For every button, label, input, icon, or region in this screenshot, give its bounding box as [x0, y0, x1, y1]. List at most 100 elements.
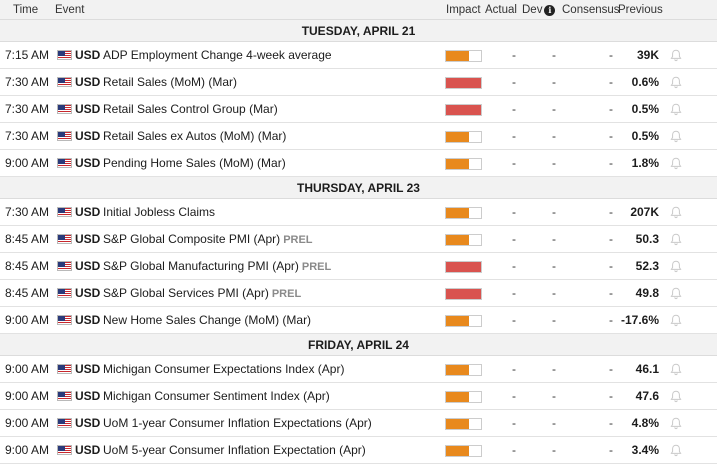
us-flag-icon — [57, 50, 72, 60]
consensus-value: - — [609, 259, 613, 273]
prel-tag: PREL — [271, 288, 302, 300]
day-header: TUESDAY, APRIL 21 — [0, 20, 717, 42]
event-time: 9:00 AM — [5, 443, 50, 457]
bell-icon[interactable] — [670, 130, 682, 143]
actual-value: - — [512, 156, 516, 170]
event-name-cell[interactable]: S&P Global Composite PMI (Apr) PREL — [103, 226, 313, 254]
impact-bar-fill — [446, 365, 470, 375]
event-time: 8:45 AM — [5, 232, 50, 246]
event-name-cell[interactable]: Retail Sales (MoM) (Mar) — [103, 69, 237, 96]
event-name-cell[interactable]: ADP Employment Change 4-week average — [103, 42, 332, 69]
bell-icon[interactable] — [670, 76, 682, 89]
bell-icon[interactable] — [670, 417, 682, 430]
bell-icon[interactable] — [670, 444, 682, 457]
event-row[interactable]: 9:00 AM USD UoM 1-year Consumer Inflation … — [0, 410, 717, 437]
bell-icon[interactable] — [670, 314, 682, 327]
actual-value: - — [512, 286, 516, 300]
event-time: 7:30 AM — [5, 129, 50, 143]
event-name-cell[interactable]: Initial Jobless Claims — [103, 199, 215, 226]
event-name-cell[interactable]: Retail Sales ex Autos (MoM) (Mar) — [103, 123, 286, 150]
impact-bar-fill — [446, 316, 470, 326]
event-name: Pending Home Sales (MoM) (Mar) — [103, 156, 286, 170]
bell-icon[interactable] — [670, 287, 682, 300]
col-header-dev[interactable]: Dev i — [522, 4, 556, 16]
event-row[interactable]: 9:00 AM USD Michigan Consumer Sentiment In… — [0, 383, 717, 410]
previous-value: 0.5% — [631, 102, 659, 116]
event-name-cell[interactable]: Retail Sales Control Group (Mar) — [103, 96, 278, 123]
event-name: ADP Employment Change 4-week average — [103, 48, 332, 62]
col-header-event[interactable]: Event — [55, 4, 84, 16]
currency-code: USD — [75, 389, 101, 403]
consensus-value: - — [609, 362, 613, 376]
dev-value: - — [552, 75, 556, 89]
event-name-cell[interactable]: UoM 5-year Consumer Inflation Expectatio… — [103, 437, 366, 464]
day-header: FRIDAY, APRIL 24 — [0, 334, 717, 356]
impact-bar-fill — [446, 262, 481, 272]
event-row[interactable]: 7:30 AM USD Retail Sales ex Autos (MoM) (M… — [0, 123, 717, 150]
currency-code: USD — [75, 129, 101, 143]
event-row[interactable]: 9:00 AM USD New Home Sales Change (MoM) (M… — [0, 307, 717, 334]
bell-icon[interactable] — [670, 49, 682, 62]
event-row[interactable]: 8:45 AM USD S&P Global Composite PMI (Apr)… — [0, 226, 717, 253]
col-header-time[interactable]: Time — [13, 4, 38, 16]
event-row[interactable]: 7:30 AM USD Initial Jobless Claims - - - 207K — [0, 199, 717, 226]
bell-icon[interactable] — [670, 260, 682, 273]
event-name-cell[interactable]: UoM 1-year Consumer Inflation Expectatio… — [103, 410, 372, 437]
consensus-value: - — [609, 205, 613, 219]
event-row[interactable]: 9:00 AM USD Pending Home Sales (MoM) (Mar)… — [0, 150, 717, 177]
impact-bar — [445, 315, 482, 327]
currency-code: USD — [75, 286, 101, 300]
event-time: 8:45 AM — [5, 259, 50, 273]
impact-bar — [445, 50, 482, 62]
bell-icon[interactable] — [670, 206, 682, 219]
col-header-consensus[interactable]: Consensus — [562, 4, 620, 16]
col-header-impact[interactable]: Impact — [446, 4, 481, 16]
event-name: Michigan Consumer Sentiment Index (Apr) — [103, 389, 330, 403]
impact-bar-fill — [446, 419, 470, 429]
event-name-cell[interactable]: S&P Global Manufacturing PMI (Apr) PREL — [103, 253, 331, 281]
bell-icon[interactable] — [670, 390, 682, 403]
info-icon[interactable]: i — [544, 5, 556, 16]
event-time: 7:15 AM — [5, 48, 50, 62]
previous-value: 49.8 — [635, 286, 659, 300]
event-row[interactable]: 7:15 AM USD ADP Employment Change 4-week a… — [0, 42, 717, 69]
event-time: 9:00 AM — [5, 389, 50, 403]
event-name-cell[interactable]: Michigan Consumer Sentiment Index (Apr) — [103, 383, 330, 410]
us-flag-icon — [57, 445, 72, 455]
consensus-value: - — [609, 389, 613, 403]
impact-bar — [445, 418, 482, 430]
actual-value: - — [512, 205, 516, 219]
impact-bar — [445, 131, 482, 143]
event-name-cell[interactable]: Pending Home Sales (MoM) (Mar) — [103, 150, 286, 177]
day-header: THURSDAY, APRIL 23 — [0, 177, 717, 199]
actual-value: - — [512, 362, 516, 376]
event-name-cell[interactable]: S&P Global Services PMI (Apr) PREL — [103, 280, 301, 308]
event-name: Retail Sales ex Autos (MoM) (Mar) — [103, 129, 287, 143]
event-name: S&P Global Services PMI (Apr) — [103, 286, 269, 300]
currency-code: USD — [75, 102, 101, 116]
event-name-cell[interactable]: Michigan Consumer Expectations Index (Ap… — [103, 356, 344, 383]
us-flag-icon — [57, 131, 72, 141]
bell-icon[interactable] — [670, 233, 682, 246]
event-row[interactable]: 7:30 AM USD Retail Sales Control Group (Ma… — [0, 96, 717, 123]
event-row[interactable]: 9:00 AM USD UoM 5-year Consumer Inflation … — [0, 437, 717, 464]
event-row[interactable]: 8:45 AM USD S&P Global Manufacturing PMI (… — [0, 253, 717, 280]
impact-bar-fill — [446, 132, 470, 142]
actual-value: - — [512, 259, 516, 273]
event-row[interactable]: 9:00 AM USD Michigan Consumer Expectations… — [0, 356, 717, 383]
bell-icon[interactable] — [670, 363, 682, 376]
event-name-cell[interactable]: New Home Sales Change (MoM) (Mar) — [103, 307, 311, 334]
currency-code: USD — [75, 232, 101, 246]
col-header-previous[interactable]: Previous — [618, 4, 663, 16]
previous-value: 39K — [636, 48, 659, 62]
bell-icon[interactable] — [670, 157, 682, 170]
event-row[interactable]: 7:30 AM USD Retail Sales (MoM) (Mar) - - - 0.6… — [0, 69, 717, 96]
actual-value: - — [512, 232, 516, 246]
actual-value: - — [512, 313, 516, 327]
col-header-actual[interactable]: Actual — [485, 4, 517, 16]
bell-icon[interactable] — [670, 103, 682, 116]
previous-value: 1.8% — [631, 156, 659, 170]
currency-code: USD — [75, 156, 101, 170]
actual-value: - — [512, 443, 516, 457]
event-row[interactable]: 8:45 AM USD S&P Global Services PMI (Apr) P… — [0, 280, 717, 307]
